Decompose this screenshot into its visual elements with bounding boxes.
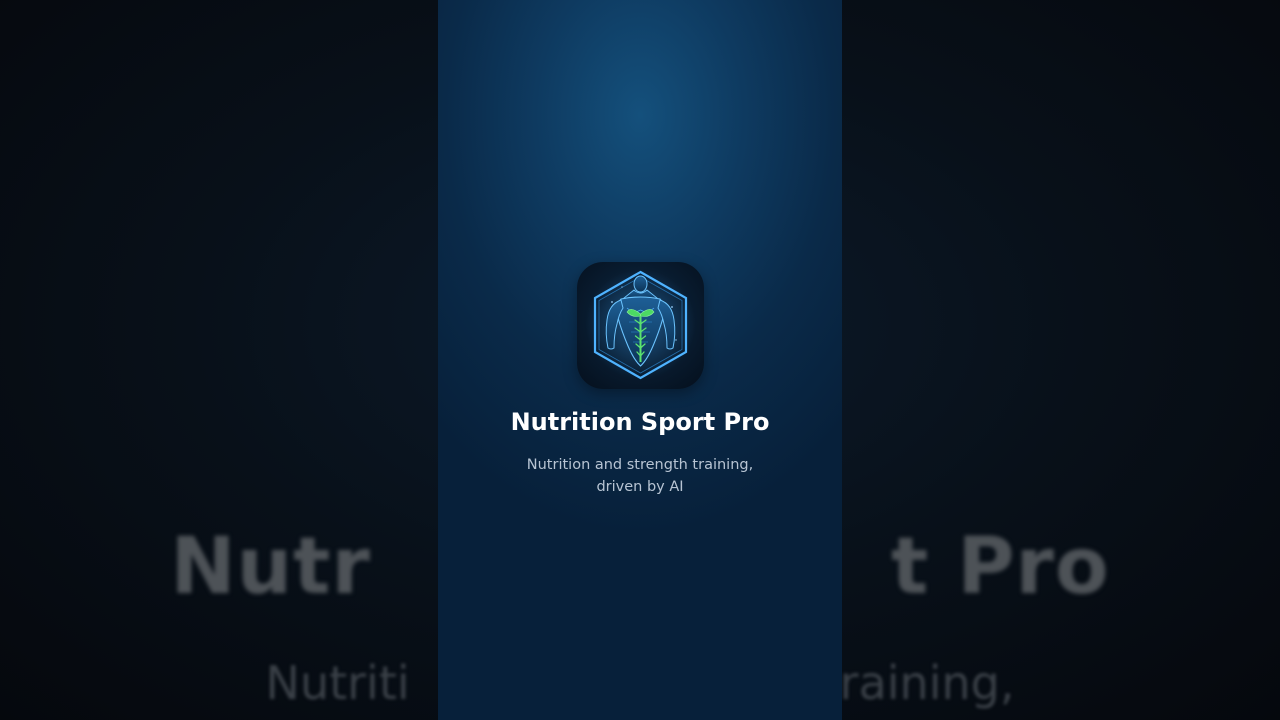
background-subtitle-right: raining, bbox=[839, 656, 1015, 710]
app-logo-icon bbox=[577, 262, 704, 389]
background-title-left: Nutr bbox=[170, 522, 371, 612]
video-frame: Nutr t Pro Nutriti raining, Nutrition Sp… bbox=[0, 0, 1280, 720]
background-title-right: t Pro bbox=[890, 522, 1110, 612]
app-title: Nutrition Sport Pro bbox=[510, 408, 770, 436]
muscular-figure-hexagon-icon bbox=[585, 269, 696, 380]
background-subtitle-left: Nutriti bbox=[265, 656, 410, 710]
splash-screen: Nutrition Sport Pro Nutrition and streng… bbox=[438, 0, 842, 720]
app-tagline: Nutrition and strength training, driven … bbox=[526, 457, 754, 495]
